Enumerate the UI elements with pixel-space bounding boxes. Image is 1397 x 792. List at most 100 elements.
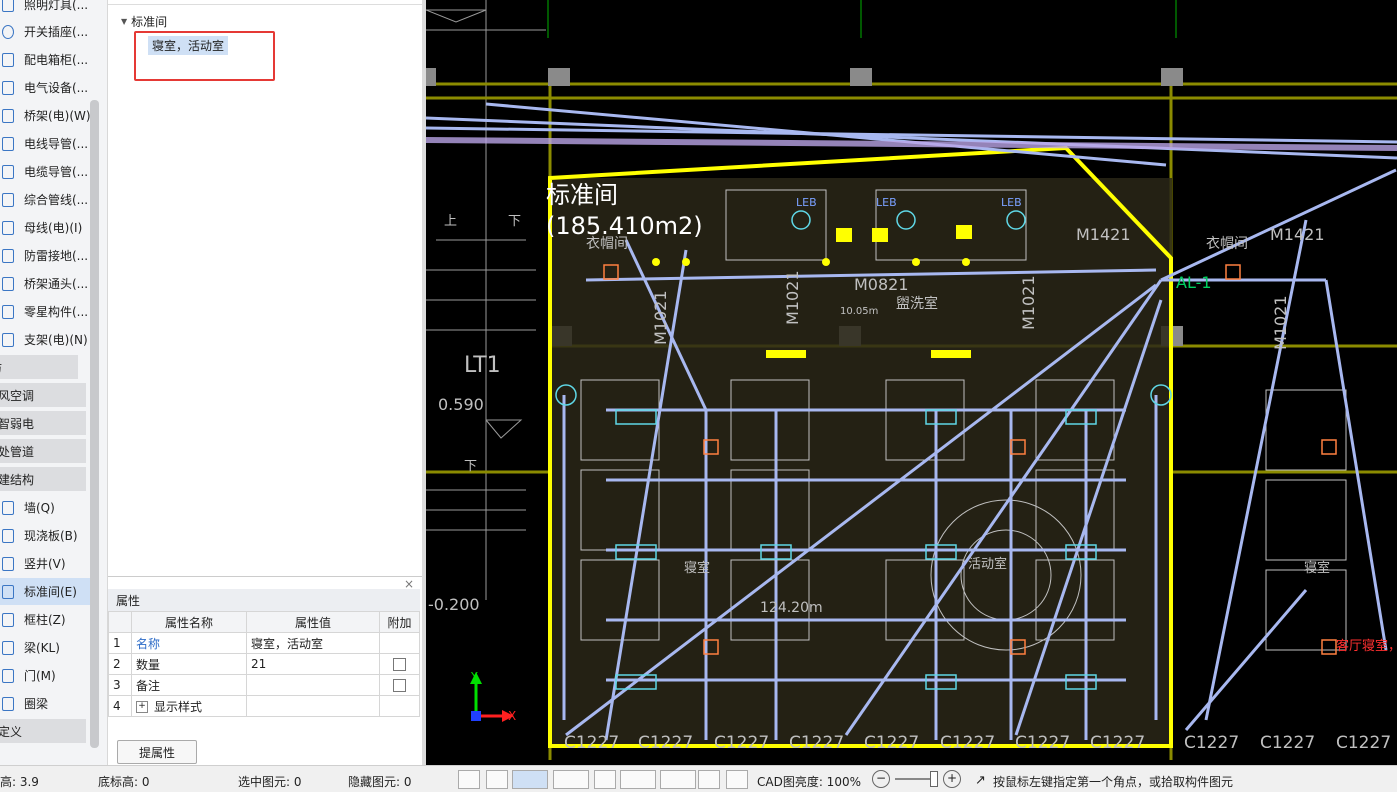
sidebar-item-wall[interactable]: 墙(Q) xyxy=(0,494,90,521)
window-label: C1227 xyxy=(1090,733,1145,753)
brightness-slider-handle[interactable] xyxy=(930,771,938,787)
selected-count-status: 选中图元: 0 xyxy=(238,775,302,789)
sidebar-group-hvac[interactable]: 风空调 xyxy=(0,383,86,407)
sidebar-item-electrical-equipment[interactable]: 电气设备(... xyxy=(0,74,90,101)
up-label: 上 xyxy=(444,214,457,229)
grid-icon xyxy=(2,304,14,319)
sidebar-item-standard-room[interactable]: 标准间(E) xyxy=(0,578,90,605)
properties-panel: × 属性 属性名称 属性值 附加 1 名称 寝室，活动室 2 数量 21 3 备… xyxy=(108,576,422,766)
row-value xyxy=(246,695,380,717)
cad-drawing[interactable]: 标准间 (185.410m2) LT1 0.590 -0.200 上 下 下 衣… xyxy=(426,0,1397,765)
zoom-out-icon[interactable]: − xyxy=(872,770,890,788)
ucs-axis-icon: Y X xyxy=(470,670,516,723)
row-name: 数量 xyxy=(131,653,247,675)
sidebar-item-door[interactable]: 门(M) xyxy=(0,662,90,689)
sidebar-group-structure[interactable]: 建结构 xyxy=(0,467,86,491)
sidebar-item-ring-beam[interactable]: 圈梁 xyxy=(0,690,90,717)
tree-root-label: 标准间 xyxy=(131,15,168,29)
sidebar-item-busbar[interactable]: 母线(电)(I) xyxy=(0,214,90,241)
sidebar-item-label: 门(M) xyxy=(24,669,56,683)
properties-title-bar: 属性 xyxy=(108,589,420,611)
sidebar-group-weak-current[interactable]: 智弱电 xyxy=(0,411,86,435)
table-row[interactable]: 3 备注 xyxy=(108,674,420,696)
sidebar-group-pipes[interactable]: 处管道 xyxy=(0,439,86,463)
row-value[interactable]: 21 xyxy=(246,653,380,675)
ortho-icon[interactable] xyxy=(486,770,508,789)
slab-icon xyxy=(2,528,14,543)
sidebar-item-misc-parts[interactable]: 零星构件(... xyxy=(0,298,90,325)
house-icon xyxy=(2,584,14,599)
sidebar-item-lightning-grounding[interactable]: 防雷接地(... xyxy=(0,242,90,269)
sidebar-item-distribution-box[interactable]: 配电箱柜(... xyxy=(0,46,90,73)
window-label: C1227 xyxy=(789,733,844,753)
sidebar-item-shaft[interactable]: 竖井(V) xyxy=(0,550,90,577)
sidebar-item-label: 零星构件(... xyxy=(24,305,89,319)
sidebar-item-support[interactable]: 支架(电)(N) xyxy=(0,326,90,353)
window-label: C1227 xyxy=(714,733,769,753)
activity-room-label: 活动室 xyxy=(968,556,1007,572)
window-label: C1227 xyxy=(1015,733,1070,753)
row-extra xyxy=(379,653,420,675)
sidebar-scrollbar[interactable] xyxy=(90,100,99,748)
offset-dropdown[interactable] xyxy=(660,770,696,789)
down-label: 下 xyxy=(464,459,477,474)
sidebar-item-label: 现浇板(B) xyxy=(24,529,78,543)
table-row[interactable]: 4 + 显示样式 xyxy=(108,695,420,717)
door-label: M1021 xyxy=(1271,295,1290,350)
area-label: 10.05m xyxy=(840,306,878,317)
row-value[interactable]: 寝室，活动室 xyxy=(246,632,380,654)
row-num: 2 xyxy=(108,653,132,675)
door-icon xyxy=(2,668,14,683)
sidebar-item-lighting[interactable]: 照明灯具(... xyxy=(0,0,90,18)
select-box-dropdown[interactable] xyxy=(512,770,548,789)
sidebar-item-label: 综合管线(... xyxy=(24,193,89,207)
extract-properties-button[interactable]: 提属性 xyxy=(117,740,197,764)
sidebar-item-cable-tray[interactable]: 桥架(电)(W) xyxy=(0,102,90,129)
sidebar-group-define[interactable]: 定义 xyxy=(0,719,86,743)
ring-beam-icon xyxy=(2,696,14,711)
sidebar-item-tray-fitting[interactable]: 桥架通头(... xyxy=(0,270,90,297)
window-labels: C1227 C1227 C1227 C1227 C1227 C1227 C122… xyxy=(564,733,1391,753)
row-value[interactable] xyxy=(246,674,380,696)
sidebar-item-label: 竖井(V) xyxy=(24,557,66,571)
sidebar-item-wire-conduit[interactable]: 电线导管(... xyxy=(0,130,90,157)
expand-plus-icon[interactable]: + xyxy=(136,701,148,713)
sidebar-item-cable-conduit[interactable]: 电缆导管(... xyxy=(0,158,90,185)
cloak-room-label: 衣帽间 xyxy=(1206,236,1248,252)
leb-label: LEB xyxy=(1001,196,1022,209)
door-label: M1421 xyxy=(1270,225,1325,244)
cross-snap-icon[interactable] xyxy=(594,770,616,789)
sidebar-item-combined-pipeline[interactable]: 综合管线(... xyxy=(0,186,90,213)
zoom-in-icon[interactable]: + xyxy=(943,770,961,788)
col-value-header: 属性值 xyxy=(246,611,380,633)
table-row[interactable]: 2 数量 21 xyxy=(108,653,420,675)
diagonal-arrow-icon: ↗ xyxy=(975,773,986,788)
sidebar-item-column[interactable]: 框柱(Z) xyxy=(0,606,90,633)
window-label: C1227 xyxy=(1260,733,1315,753)
cad-canvas[interactable]: 标准间 (185.410m2) LT1 0.590 -0.200 上 下 下 衣… xyxy=(426,0,1397,765)
sidebar-group-fire[interactable]: 访 xyxy=(0,355,78,379)
sidebar-item-label: 支架(电)(N) xyxy=(24,333,88,347)
table-row[interactable]: 1 名称 寝室，活动室 xyxy=(108,632,420,654)
tree-root[interactable]: ▼ 标准间 xyxy=(121,13,167,30)
door-label: M1421 xyxy=(1076,225,1131,244)
component-sidebar: 照明灯具(... 开关插座(... 配电箱柜(... 电气设备(... 桥架(电… xyxy=(0,0,108,765)
sidebar-item-slab[interactable]: 现浇板(B) xyxy=(0,522,90,549)
attach-checkbox[interactable] xyxy=(393,658,406,671)
grid-snap-icon[interactable] xyxy=(458,770,480,789)
sidebar-item-beam[interactable]: 梁(KL) xyxy=(0,634,90,661)
sidebar-item-switch-socket[interactable]: 开关插座(... xyxy=(0,18,90,45)
row-extra xyxy=(379,632,420,654)
door-label: M1021 xyxy=(1019,275,1038,330)
down-label: 下 xyxy=(508,214,521,229)
angle-dropdown[interactable] xyxy=(620,770,656,789)
panel-label: AL-1 xyxy=(1176,273,1212,292)
3d-view-dropdown[interactable] xyxy=(553,770,589,789)
column-icon xyxy=(2,612,14,627)
display-icon[interactable] xyxy=(698,770,720,789)
wall-icon xyxy=(2,500,14,515)
caret-down-icon[interactable]: ▼ xyxy=(121,17,127,26)
attach-checkbox[interactable] xyxy=(393,679,406,692)
sidebar-item-label: 照明灯具(... xyxy=(24,0,89,12)
trace-icon[interactable] xyxy=(726,770,748,789)
